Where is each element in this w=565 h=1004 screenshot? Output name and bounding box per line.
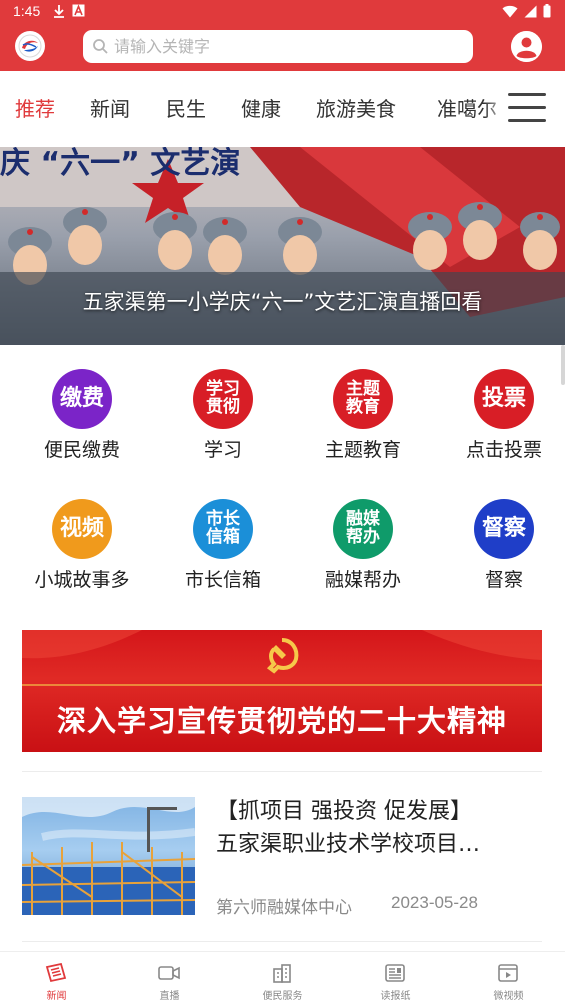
app-header: 1:45 [0,0,565,71]
party-emblem-icon [266,638,299,674]
news-title[interactable]: 【抓项目 强投资 促发展】 五家渠职业技术学校项目… [216,795,542,861]
building-icon [273,964,291,983]
divider [22,771,542,772]
media-help-icon: 融媒 帮办 [333,499,393,559]
service-label: 小城故事多 [34,569,130,591]
news-thumbnail [22,797,195,915]
nav-label: 直播 [159,991,180,1002]
newspaper-icon [385,964,405,982]
status-time: 1:45 [13,3,41,19]
service-label: 市长信箱 [184,569,261,591]
service-supervision[interactable]: 督察 督察 [444,499,564,599]
hero-banner[interactable]: 庆 “六一” 文艺演 五家渠第一小学庆“六一”文艺汇演直播回看 [0,147,565,345]
nav-label: 读报纸 [380,991,411,1002]
tab-recommend[interactable]: 推荐 [15,93,55,122]
banner-caption: 五家渠第一小学庆“六一”文艺汇演直播回看 [82,290,483,314]
nav-news[interactable]: 新闻 [0,952,113,1004]
nav-live[interactable]: 直播 [113,952,226,1004]
tab-travel-food[interactable]: 旅游美食 [316,93,396,122]
theme-education-icon: 主题 教育 [333,369,393,429]
news-date: 2023-05-28 [391,893,478,912]
construction-image [22,797,195,915]
service-mayor-mailbox[interactable]: 市长 信箱 市长信箱 [163,499,283,599]
payment-icon: 缴费 [52,369,112,429]
status-bar: 1:45 [0,0,565,24]
service-label: 便民缴费 [43,439,120,461]
vote-icon: 投票 [474,369,534,429]
service-vote[interactable]: 投票 点击投票 [444,369,564,469]
tab-news[interactable]: 新闻 [90,93,130,122]
nav-newspaper[interactable]: 读报纸 [339,952,452,1004]
service-video-stories[interactable]: 视频 小城故事多 [22,499,142,599]
bottom-navigation: 新闻 直播 便民服务 读报纸 微视频 [0,951,565,1004]
camera-icon [158,966,180,980]
battery-icon [543,4,551,18]
news-title-line-1: 【抓项目 强投资 促发展】 [216,799,472,824]
notification-a-icon [72,4,85,17]
nav-label: 新闻 [46,991,67,1002]
channel-menu-button[interactable] [508,93,546,123]
mailbox-icon: 市长 信箱 [193,499,253,559]
service-label: 主题教育 [324,439,401,461]
service-media-help[interactable]: 融媒 帮办 融媒帮办 [303,499,423,599]
divider [22,941,542,942]
service-label: 学习 [203,439,242,461]
download-icon [54,5,64,18]
signal-icon [524,5,537,17]
service-label: 督察 [484,569,523,591]
news-icon [45,963,67,983]
video-badge-icon: 视频 [52,499,112,559]
user-icon [511,31,542,62]
nav-services[interactable]: 便民服务 [226,952,339,1004]
service-theme-education[interactable]: 主题 教育 主题教育 [303,369,423,469]
banner-scene-text: 庆 “六一” 文艺演 [0,147,240,181]
service-payment[interactable]: 缴费 便民缴费 [22,369,142,469]
search-input[interactable] [114,30,454,63]
wifi-icon [502,5,518,17]
service-label: 融媒帮办 [324,569,401,591]
user-avatar-button[interactable] [511,31,542,62]
search-icon [93,39,108,54]
tab-livelihood[interactable]: 民生 [166,93,206,122]
news-source: 第六师融媒体中心 [216,898,352,918]
supervision-icon: 督察 [474,499,534,559]
app-logo[interactable] [15,31,45,61]
video-icon [498,964,518,982]
nav-label: 微视频 [493,991,524,1002]
category-tabs: 推荐 新闻 民生 健康 旅游美食 准噶尔 [0,71,565,144]
tab-health[interactable]: 健康 [241,93,281,122]
study-icon: 学习 贯彻 [193,369,253,429]
nav-micro-video[interactable]: 微视频 [452,952,565,1004]
service-label: 点击投票 [465,439,542,461]
promo-text: 深入学习宣传贯彻党的二十大精神 [56,704,507,738]
promo-banner[interactable]: 深入学习宣传贯彻党的二十大精神 [22,630,542,752]
logo-icon [18,34,42,58]
service-study[interactable]: 学习 贯彻 学习 [163,369,283,469]
search-box[interactable] [83,30,473,63]
news-title-line-2: 五家渠职业技术学校项目… [216,832,481,857]
nav-label: 便民服务 [262,991,303,1002]
